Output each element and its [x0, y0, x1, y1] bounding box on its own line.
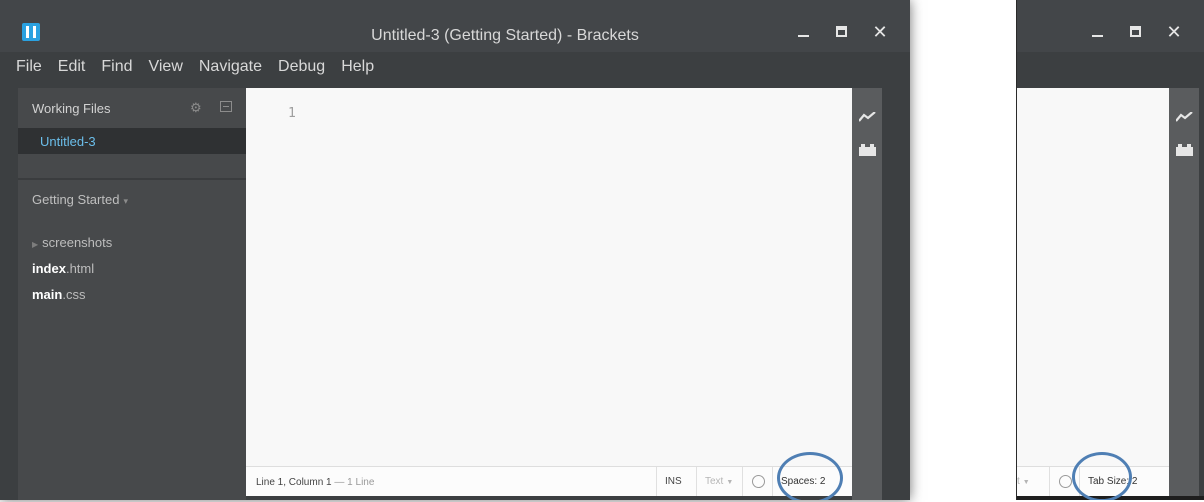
lint-status-icon [1059, 475, 1072, 488]
maximize-icon[interactable] [834, 24, 850, 40]
working-file-label: Untitled-3 [40, 134, 96, 149]
menu-debug[interactable]: Debug [270, 54, 333, 80]
extension-manager-icon[interactable] [1176, 144, 1193, 156]
sidebar: Working Files ⚙ Untitled-3 Getting Start… [18, 88, 246, 500]
menu-bar: File Edit Find View Navigate Debug Help [8, 54, 382, 80]
brackets-window-crop: ✕ t ▼ Tab Size: 2 [1016, 0, 1204, 500]
window-controls: ✕ [1090, 23, 1182, 41]
working-files-title: Working Files [32, 101, 111, 116]
insert-mode-toggle[interactable]: INS [656, 467, 690, 496]
working-file-item[interactable]: Untitled-3 [18, 128, 246, 154]
window-title: Untitled-3 (Getting Started) - Brackets [371, 27, 639, 44]
window-controls: ✕ [796, 23, 888, 41]
project-title: Getting Started [32, 192, 120, 207]
project-dropdown[interactable]: Getting Started ▾ [32, 192, 128, 207]
title-bar: ✕ [1017, 0, 1204, 52]
working-files-header: Working Files ⚙ [18, 88, 246, 128]
right-toolbar [852, 88, 882, 500]
close-icon[interactable]: ✕ [872, 23, 888, 41]
language-selector[interactable]: t ▼ [1017, 467, 1030, 496]
menu-navigate[interactable]: Navigate [191, 54, 270, 80]
menu-help[interactable]: Help [333, 54, 382, 80]
maximize-icon[interactable] [1128, 24, 1144, 40]
chevron-down-icon: ▼ [1022, 479, 1030, 486]
minimize-icon[interactable] [796, 24, 812, 40]
gear-icon[interactable]: ⚙ [190, 100, 202, 116]
line-number: 1 [288, 106, 296, 121]
split-view-icon[interactable] [220, 101, 232, 112]
chevron-down-icon: ▾ [123, 196, 128, 206]
live-preview-icon[interactable] [859, 112, 876, 122]
brackets-logo-icon [22, 23, 40, 41]
status-bar: Line 1, Column 1 — 1 Line INS Text ▼ Spac… [246, 466, 852, 496]
sidebar-divider [18, 178, 246, 180]
tree-folder-screenshots[interactable]: ▶ screenshots [32, 230, 112, 256]
lint-status-icon [752, 475, 765, 488]
language-selector[interactable]: Text ▼ [696, 467, 741, 496]
tree-file-main[interactable]: main.css [32, 282, 112, 308]
folder-caret-icon: ▶ [32, 240, 39, 249]
menu-file[interactable]: File [8, 54, 50, 80]
brackets-window: Untitled-3 (Getting Started) - Brackets … [0, 0, 910, 500]
file-tree: ▶ screenshots index.html main.css [32, 230, 112, 308]
menu-view[interactable]: View [140, 54, 190, 80]
title-bar: Untitled-3 (Getting Started) - Brackets … [0, 0, 910, 52]
cursor-position: Line 1, Column 1 — 1 Line [256, 477, 375, 488]
code-editor[interactable]: 1 [246, 88, 852, 466]
highlight-ring [777, 452, 843, 500]
minimize-icon[interactable] [1090, 24, 1106, 40]
live-preview-icon[interactable] [1176, 112, 1193, 122]
highlight-ring [1072, 452, 1132, 500]
tree-file-index[interactable]: index.html [32, 256, 112, 282]
close-icon[interactable]: ✕ [1166, 23, 1182, 41]
code-editor[interactable] [1017, 88, 1169, 466]
right-toolbar [1169, 88, 1199, 500]
menu-find[interactable]: Find [93, 54, 140, 80]
chevron-down-icon: ▼ [726, 479, 734, 486]
menu-edit[interactable]: Edit [50, 54, 94, 80]
extension-manager-icon[interactable] [859, 144, 876, 156]
lint-status[interactable] [742, 467, 772, 496]
